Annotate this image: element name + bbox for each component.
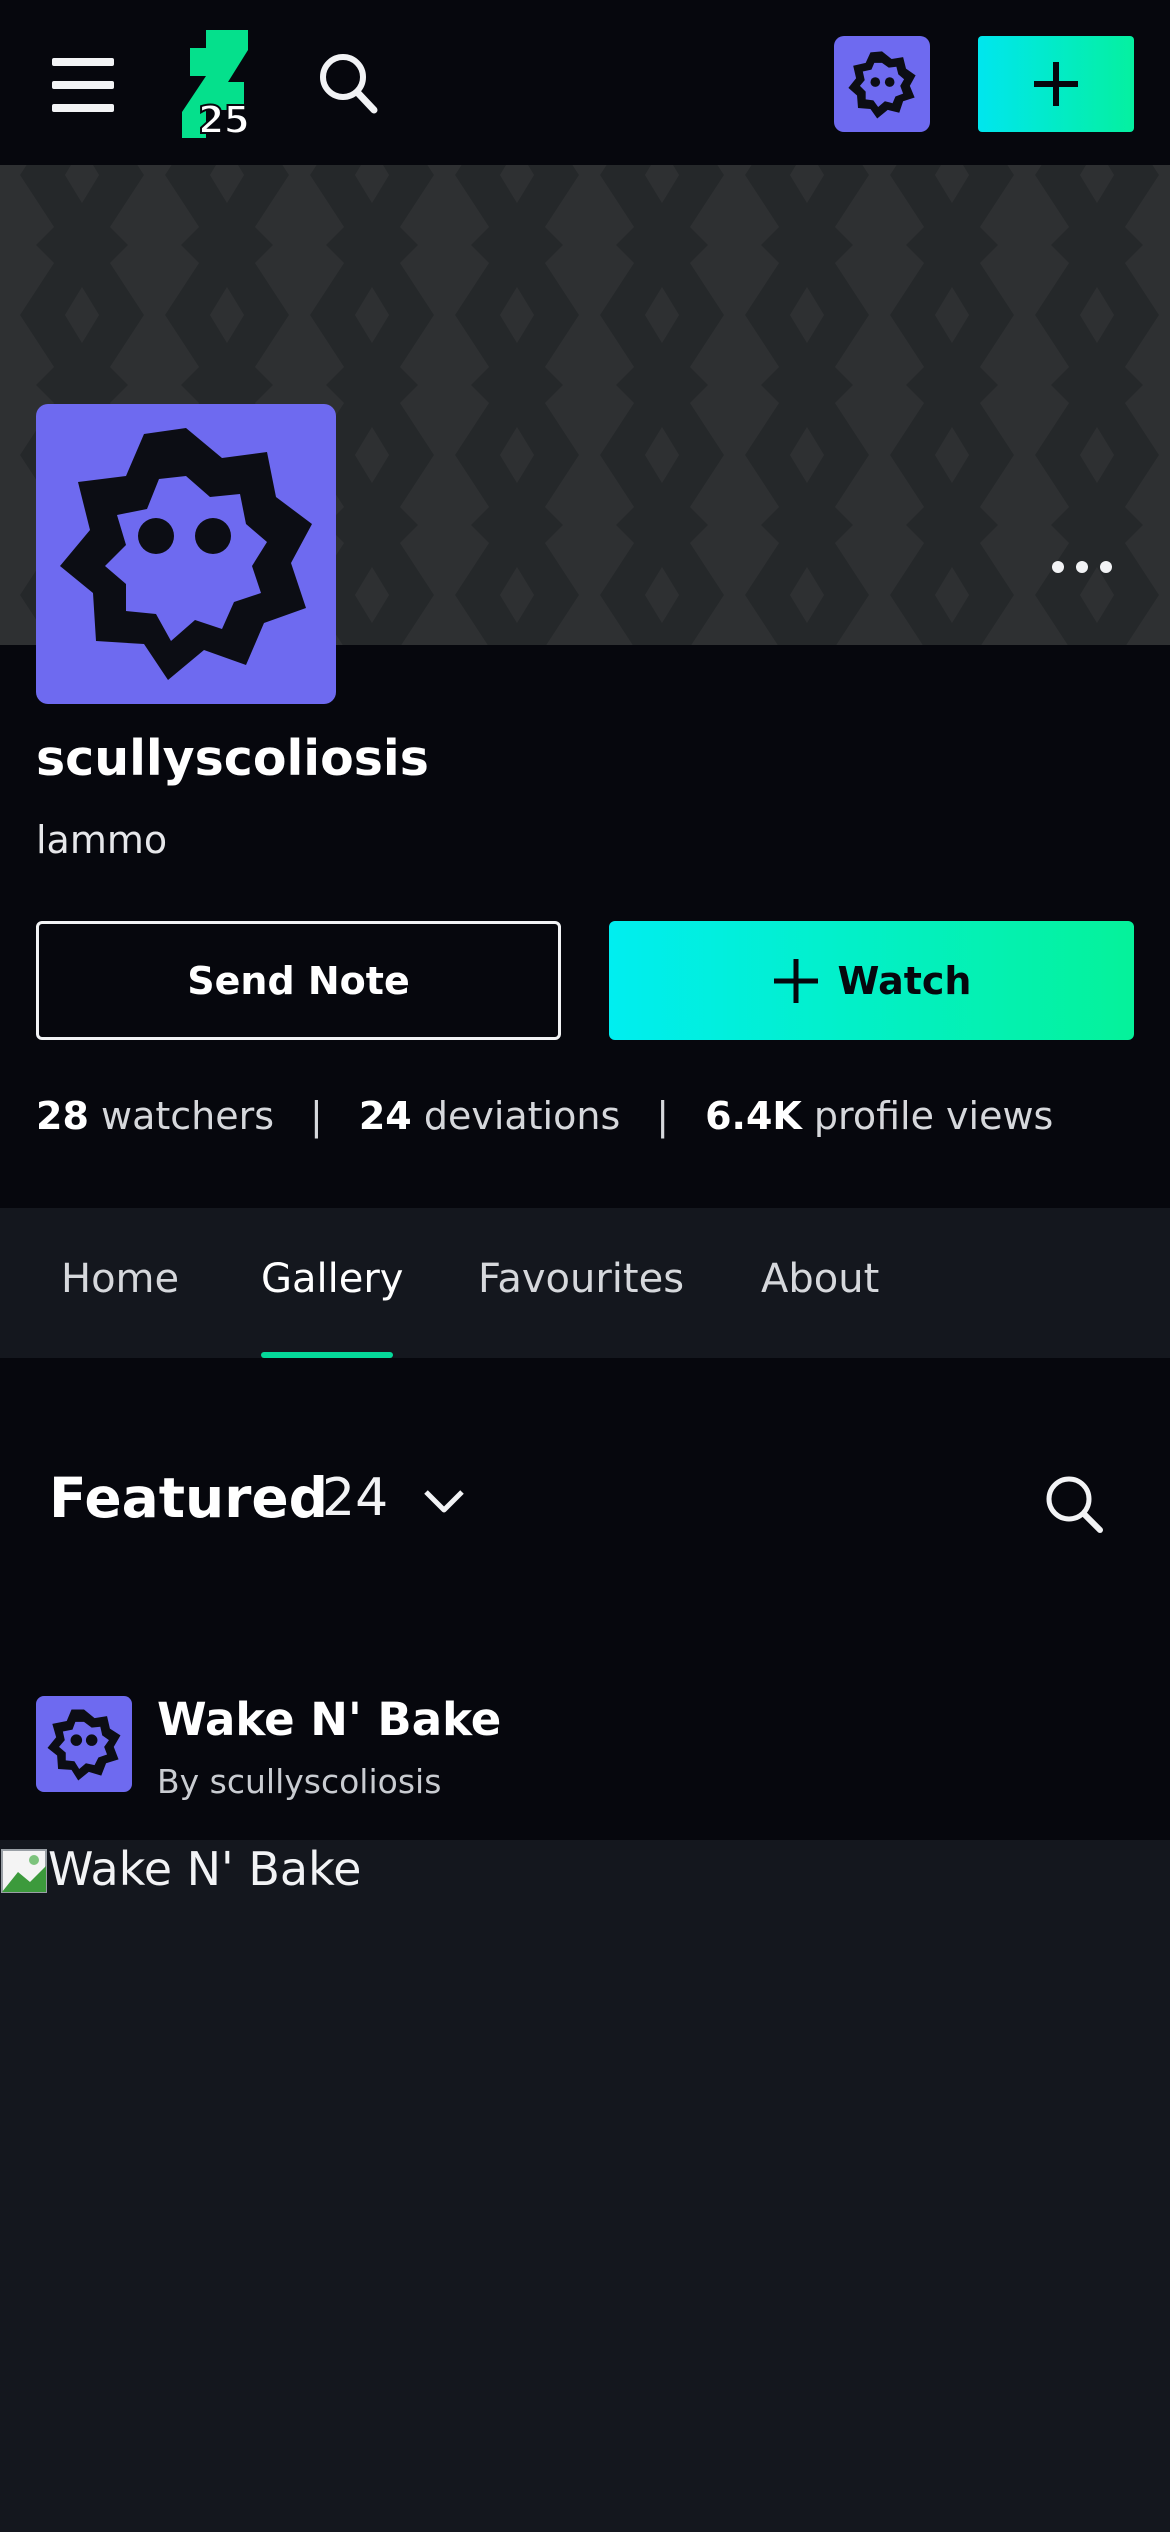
gallery-section-title[interactable]: Featured	[49, 1466, 328, 1530]
stat-separator: |	[310, 1094, 323, 1138]
active-tab-indicator	[261, 1352, 393, 1358]
user-avatar-button[interactable]	[834, 36, 930, 132]
hamburger-menu-icon[interactable]	[52, 58, 114, 112]
deviantart-logo[interactable]: 25	[176, 30, 256, 143]
chevron-down-icon[interactable]	[422, 1484, 466, 1518]
deviation-image-alt-text: Wake N' Bake	[48, 1842, 362, 1896]
create-button[interactable]	[978, 36, 1134, 132]
stat-profile-views: 6.4K profile views	[705, 1094, 1054, 1138]
plus-icon	[773, 958, 818, 1003]
stat-separator: |	[656, 1094, 670, 1138]
tab-favourites[interactable]: Favourites	[478, 1256, 684, 1302]
more-options-icon[interactable]	[1052, 558, 1114, 576]
avatar-icon	[60, 428, 312, 680]
tab-about[interactable]: About	[761, 1256, 879, 1302]
watch-button[interactable]: Watch	[609, 921, 1134, 1040]
avatar-icon	[47, 1709, 121, 1781]
top-bar: 25	[0, 0, 1170, 165]
logo-badge: 25	[197, 97, 251, 143]
broken-image-icon	[1, 1849, 47, 1893]
profile-username: scullyscoliosis	[36, 730, 429, 787]
stat-deviations[interactable]: 24 deviations	[359, 1094, 620, 1138]
deviation-title[interactable]: Wake N' Bake	[157, 1693, 501, 1746]
search-icon[interactable]	[318, 52, 378, 114]
watch-label: Watch	[837, 958, 972, 1003]
profile-tagline: lammo	[36, 818, 168, 862]
profile-avatar[interactable]	[36, 404, 336, 704]
profile-tabs: Home Gallery Favourites About	[0, 1208, 1170, 1358]
send-note-label: Send Note	[187, 958, 410, 1003]
stat-watchers[interactable]: 28 watchers	[36, 1094, 274, 1138]
tab-home[interactable]: Home	[61, 1256, 179, 1302]
deviation-image[interactable]: Wake N' Bake	[0, 1840, 1170, 2532]
tab-gallery[interactable]: Gallery	[261, 1256, 403, 1302]
gallery-count: 24	[322, 1468, 389, 1528]
avatar-icon	[848, 51, 916, 119]
profile-stats: 28 watchers | 24 deviations | 6.4K profi…	[36, 1094, 1053, 1138]
send-note-button[interactable]: Send Note	[36, 921, 561, 1040]
deviation-author[interactable]: By scullyscoliosis	[157, 1762, 441, 1801]
plus-icon	[1034, 62, 1078, 106]
deviation-author-avatar[interactable]	[36, 1696, 132, 1792]
gallery-search-icon[interactable]	[1044, 1474, 1104, 1534]
